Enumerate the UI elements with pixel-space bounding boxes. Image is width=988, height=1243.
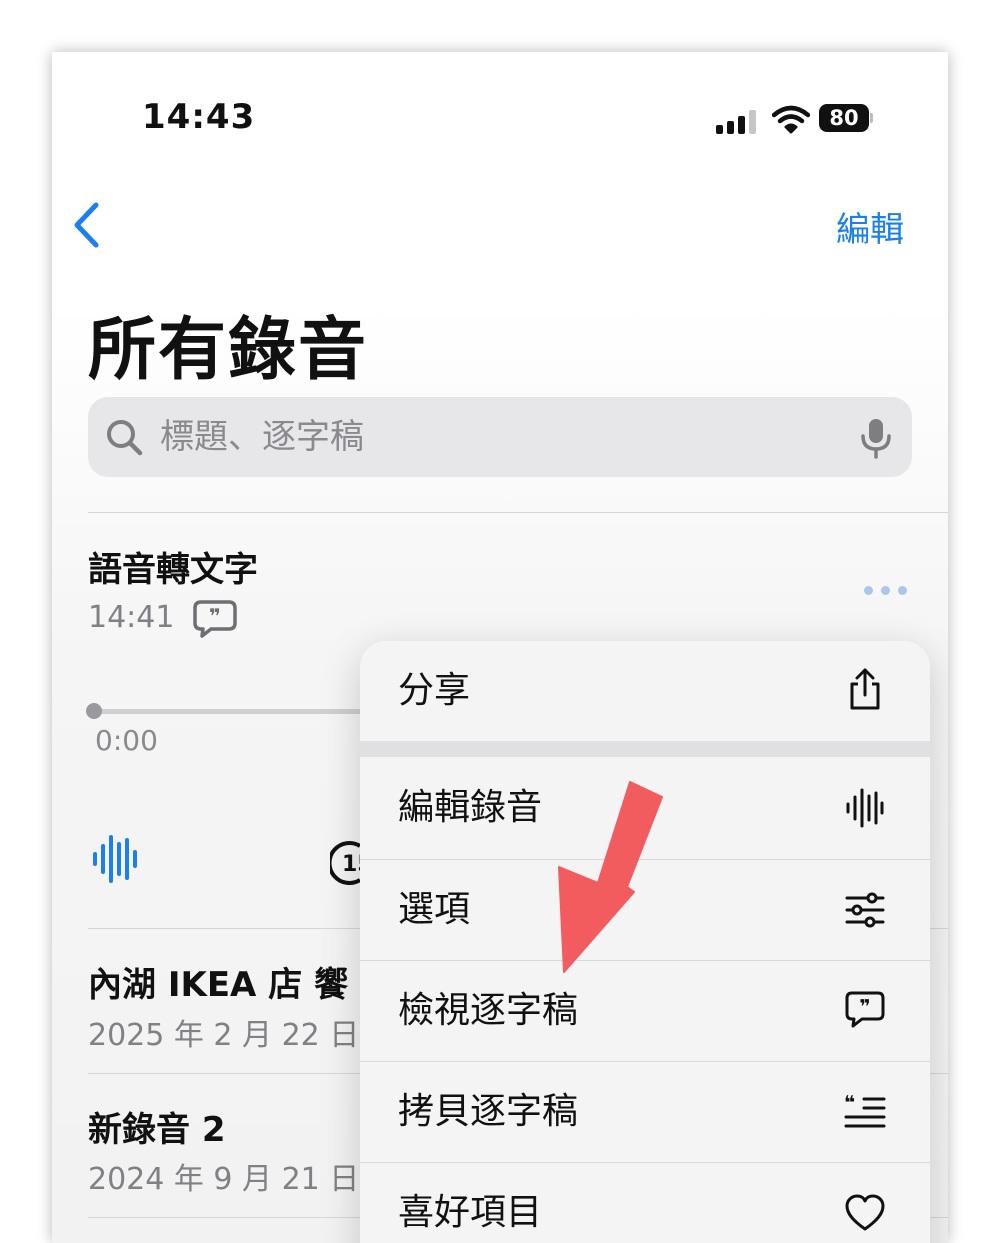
recording-title[interactable]: 語音轉文字: [88, 542, 258, 591]
svg-text:❞: ❞: [859, 996, 870, 1018]
recording-title[interactable]: 內湖 IKEA 店 饗: [88, 957, 348, 1006]
menu-item-label: 分享: [398, 670, 471, 711]
svg-text:15: 15: [342, 852, 362, 877]
sliders-icon: [845, 892, 885, 928]
svg-text:❝: ❝: [844, 1092, 855, 1114]
share-icon: [850, 668, 880, 710]
waveform-icon[interactable]: [92, 834, 140, 884]
playback-scrubber[interactable]: [88, 709, 388, 714]
more-options-icon[interactable]: [860, 582, 912, 598]
cellular-signal-icon: [716, 108, 758, 134]
recording-time: 14:41: [88, 600, 175, 635]
annotation-arrow-icon: [558, 781, 663, 973]
menu-group-separator: [360, 741, 930, 757]
playback-scrubber-knob[interactable]: [86, 703, 102, 719]
battery-indicator: 80: [819, 104, 873, 132]
playhead-time: 0:00: [95, 724, 158, 757]
menu-item-label: 編輯錄音: [398, 787, 543, 828]
copy-transcript-icon: ❝: [844, 1092, 886, 1128]
menu-item-label: 選項: [398, 889, 471, 930]
recording-date: 2025 年 2 月 22 日: [88, 1018, 360, 1053]
transcript-icon[interactable]: ❞: [192, 599, 238, 639]
menu-item-copy-transcript[interactable]: 拷貝逐字稿 ❝: [360, 1062, 930, 1162]
microphone-icon[interactable]: [860, 417, 892, 459]
recording-title[interactable]: 新錄音 2: [88, 1102, 226, 1151]
skip-back-15-icon[interactable]: 15: [330, 838, 362, 888]
edit-button[interactable]: 編輯: [836, 202, 904, 251]
wifi-icon: [772, 105, 810, 134]
divider: [88, 512, 948, 513]
status-time: 14:43: [142, 97, 256, 137]
menu-item-favorite[interactable]: 喜好項目: [360, 1163, 930, 1243]
heart-icon: [845, 1194, 885, 1231]
recording-date: 2024 年 9 月 21 日: [88, 1162, 360, 1197]
menu-item-label: 喜好項目: [398, 1192, 543, 1233]
phone-screen: 14:43 80 編輯 所有錄音 語音轉文字 14:41: [52, 52, 948, 1243]
page-title: 所有錄音: [88, 311, 369, 390]
battery-level: 80: [829, 106, 859, 130]
svg-text:❞: ❞: [209, 604, 221, 628]
transcript-icon: ❞: [845, 991, 885, 1028]
search-input[interactable]: [160, 397, 810, 477]
search-icon: [107, 420, 143, 456]
menu-item-label: 拷貝逐字稿: [398, 1091, 579, 1132]
chevron-left-icon[interactable]: [72, 202, 102, 248]
menu-item-label: 檢視逐字稿: [398, 990, 579, 1031]
search-bar[interactable]: [88, 397, 912, 477]
menu-item-share[interactable]: 分享: [360, 641, 930, 741]
waveform-icon: [846, 788, 884, 828]
